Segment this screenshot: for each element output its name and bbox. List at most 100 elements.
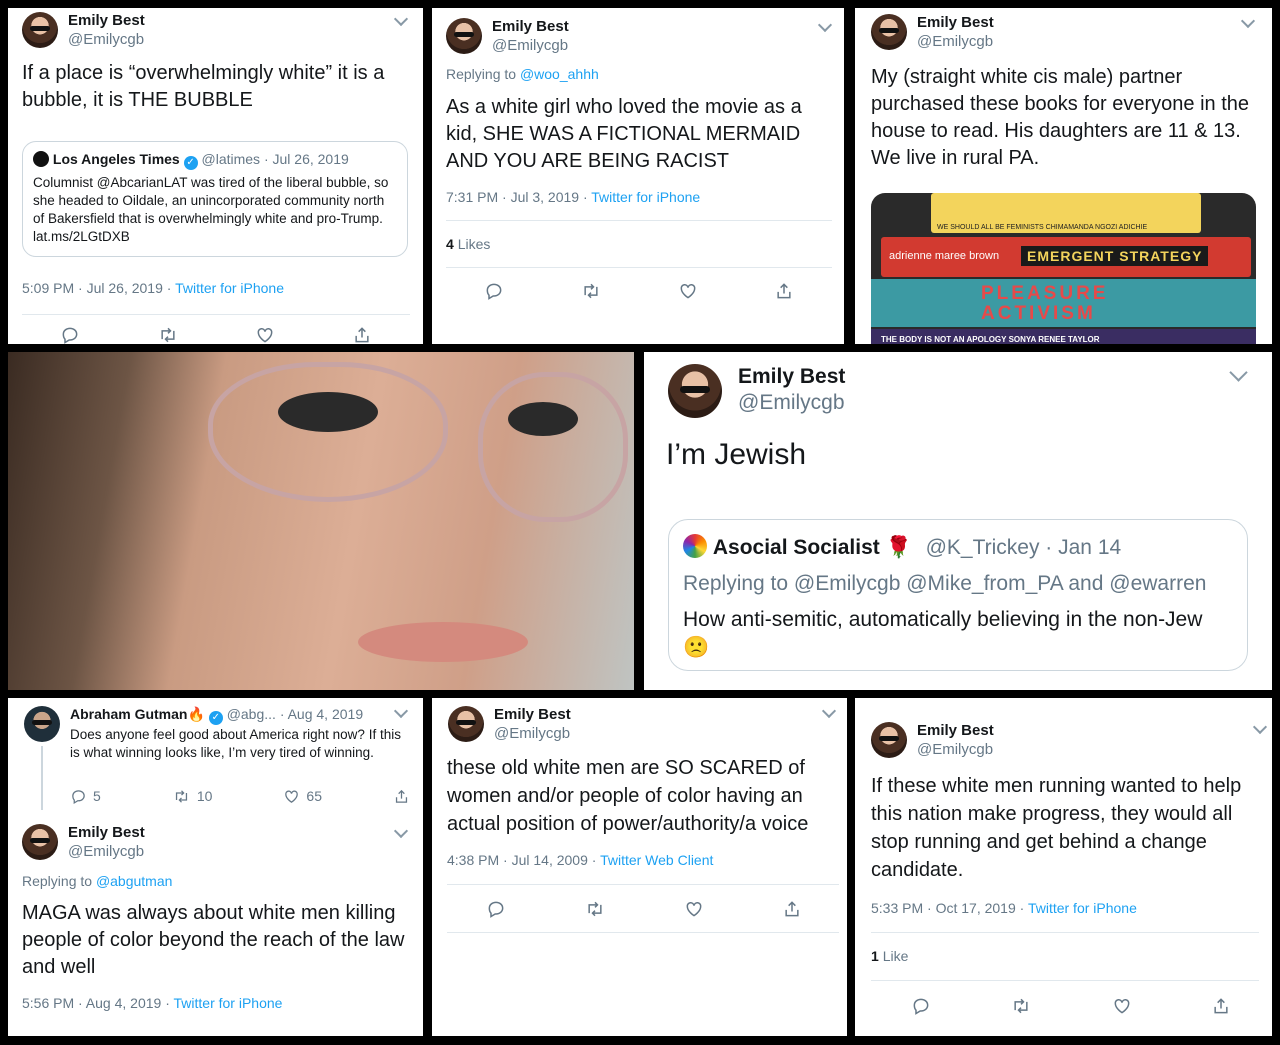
tweet-meta: 5:56 PM · Aug 4, 2019 · Twitter for iPho… xyxy=(22,995,282,1011)
like-icon[interactable] xyxy=(255,325,275,344)
chevron-down-icon[interactable] xyxy=(821,703,837,719)
action-bar xyxy=(486,898,802,920)
reply-icon[interactable] xyxy=(486,899,506,919)
action-bar xyxy=(911,995,1231,1017)
share-icon[interactable] xyxy=(1211,996,1231,1016)
tweet-client-link[interactable]: Twitter for iPhone xyxy=(1028,900,1137,916)
share-icon[interactable] xyxy=(782,899,802,919)
author-name[interactable]: Emily Best xyxy=(917,14,994,33)
author-name[interactable]: Emily Best xyxy=(494,706,571,725)
verified-badge-icon: ✓ xyxy=(208,711,223,725)
retweet-icon[interactable] xyxy=(584,899,606,919)
author-name[interactable]: Emily Best xyxy=(917,722,994,741)
avatar[interactable] xyxy=(871,14,907,50)
tweet-time: 5:09 PM · Jul 26, 2019 · xyxy=(22,280,176,296)
verified-badge-icon: ✓ xyxy=(183,156,198,170)
retweet-icon[interactable] xyxy=(172,788,191,805)
chevron-down-icon[interactable] xyxy=(1229,363,1248,382)
quoted-tweet[interactable]: Los Angeles Times ✓ @latimes · Jul 26, 2… xyxy=(22,141,408,257)
avatar[interactable] xyxy=(448,706,484,742)
tweet-time: 5:33 PM · Oct 17, 2019 · xyxy=(871,900,1028,916)
tweet-client-link[interactable]: Twitter Web Client xyxy=(600,852,713,868)
like-icon[interactable] xyxy=(283,788,300,805)
retweet-count: 10 xyxy=(196,788,213,804)
author-handle[interactable]: @Emilycgb xyxy=(917,33,994,52)
like-icon[interactable] xyxy=(684,899,704,919)
quoted-handle-date: @latimes · Jul 26, 2019 xyxy=(201,151,349,167)
share-icon[interactable] xyxy=(774,281,794,301)
retweet-icon[interactable] xyxy=(1010,996,1032,1016)
tweet-text: If a place is “overwhelmingly white” it … xyxy=(22,62,385,111)
author-name[interactable]: Emily Best xyxy=(738,364,845,390)
likes-label: Likes xyxy=(457,236,491,252)
avatar[interactable] xyxy=(871,722,907,758)
replying-handle-link[interactable]: @abgutman xyxy=(96,873,172,889)
tweet-panel-8: Emily Best @Emilycgb If these white men … xyxy=(855,698,1272,1036)
author-handle[interactable]: @Emilycgb xyxy=(68,843,145,862)
parent-author-name[interactable]: Abraham Gutman🔥 xyxy=(70,706,205,722)
author-name[interactable]: Emily Best xyxy=(68,12,145,31)
parent-avatar[interactable] xyxy=(24,706,60,742)
reply-count: 5 xyxy=(93,788,101,804)
author-handle[interactable]: @Emilycgb xyxy=(492,37,569,56)
quoted-text: How anti-semitic, automatically believin… xyxy=(683,608,1203,659)
book-title-text: EMERGENT STRATEGY xyxy=(1021,246,1209,266)
book-spine-top-text: WE SHOULD ALL BE FEMINISTS CHIMAMANDA NG… xyxy=(937,224,1148,231)
chevron-down-icon[interactable] xyxy=(1252,719,1268,735)
tweet-client-link[interactable]: Twitter for iPhone xyxy=(591,189,700,205)
parent-reply-action[interactable]: 5 xyxy=(70,788,101,805)
selfie-photo[interactable] xyxy=(8,352,634,690)
reply-icon[interactable] xyxy=(911,996,931,1016)
avatar[interactable] xyxy=(446,18,482,54)
replying-handle-link[interactable]: @woo_ahhh xyxy=(520,66,599,82)
author-handle[interactable]: @Emilycgb xyxy=(68,31,145,50)
tweet-panel-5: Emily Best @Emilycgb I’m Jewish Asocial … xyxy=(644,352,1272,690)
chevron-down-icon[interactable] xyxy=(393,703,409,719)
tweet-meta: 5:33 PM · Oct 17, 2019 · Twitter for iPh… xyxy=(871,900,1137,916)
likes-count[interactable]: 4 Likes xyxy=(446,236,490,252)
parent-tweet-text: Does anyone feel good about America righ… xyxy=(70,727,401,760)
parent-like-action[interactable]: 65 xyxy=(283,788,322,805)
reply-icon[interactable] xyxy=(60,325,80,344)
tweet-client-link[interactable]: Twitter for iPhone xyxy=(174,995,283,1011)
like-icon[interactable] xyxy=(1112,996,1132,1016)
quoted-handle-date: @K_Trickey · Jan 14 xyxy=(925,536,1122,559)
avatar[interactable] xyxy=(22,824,58,860)
tweet-client-link[interactable]: Twitter for iPhone xyxy=(175,280,284,296)
tweet-text: As a white girl who loved the movie as a… xyxy=(446,96,802,172)
likes-count[interactable]: 1 Like xyxy=(871,948,908,964)
like-icon[interactable] xyxy=(678,281,698,301)
retweet-icon[interactable] xyxy=(580,281,602,301)
author-name[interactable]: Emily Best xyxy=(492,18,569,37)
chevron-down-icon[interactable] xyxy=(817,17,833,33)
avatar[interactable] xyxy=(668,364,722,418)
books-photo[interactable]: WE SHOULD ALL BE FEMINISTS CHIMAMANDA NG… xyxy=(871,193,1256,344)
quoted-text: Columnist @AbcarianLAT was tired of the … xyxy=(33,175,389,244)
quoted-tweet[interactable]: Asocial Socialist 🌹 @K_Trickey · Jan 14 … xyxy=(668,519,1248,671)
author-handle[interactable]: @Emilycgb xyxy=(738,390,845,416)
share-icon[interactable] xyxy=(393,788,410,805)
lips xyxy=(358,622,528,662)
glasses-lens-right xyxy=(478,372,628,522)
avatar[interactable] xyxy=(22,12,58,48)
author-name[interactable]: Emily Best xyxy=(68,824,145,843)
eye-left xyxy=(278,392,378,432)
book-title-line2: ACTIVISM xyxy=(981,303,1096,324)
chevron-down-icon[interactable] xyxy=(393,11,409,27)
replying-prefix: Replying to xyxy=(446,66,520,82)
reply-icon[interactable] xyxy=(484,281,504,301)
latimes-logo-icon xyxy=(33,151,49,167)
replying-to: Replying to @abgutman xyxy=(22,873,172,889)
parent-retweet-action[interactable]: 10 xyxy=(172,788,213,805)
chevron-down-icon[interactable] xyxy=(1240,13,1256,29)
glasses-lens-left xyxy=(208,362,448,502)
share-icon[interactable] xyxy=(352,325,372,344)
like-count: 65 xyxy=(306,788,322,804)
reply-icon[interactable] xyxy=(70,788,87,805)
author-handle[interactable]: @Emilycgb xyxy=(917,741,994,760)
retweet-icon[interactable] xyxy=(157,325,179,344)
likes-label: Like xyxy=(882,948,909,964)
tweet-panel-6: Abraham Gutman🔥 ✓ @abg... · Aug 4, 2019 … xyxy=(8,698,423,1036)
chevron-down-icon[interactable] xyxy=(393,823,409,839)
author-handle[interactable]: @Emilycgb xyxy=(494,725,571,744)
